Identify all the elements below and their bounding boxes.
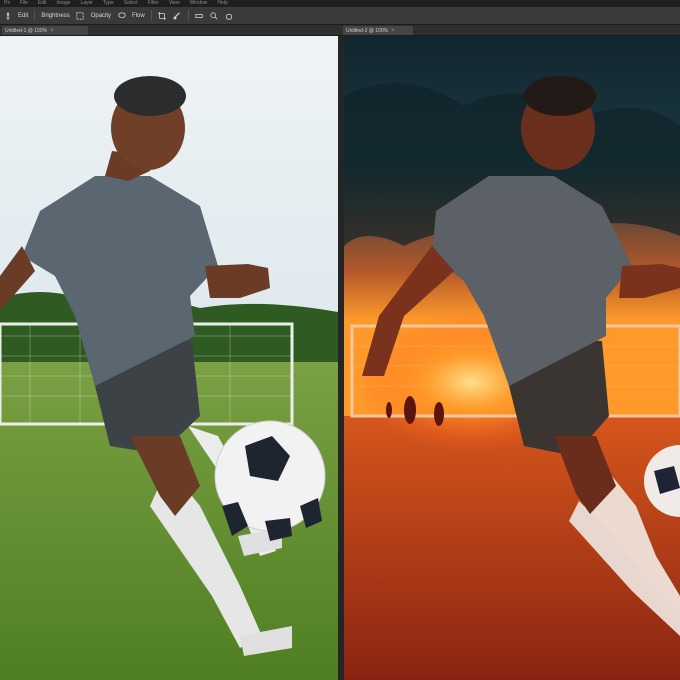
hand-icon[interactable] <box>225 11 234 20</box>
close-icon[interactable]: × <box>50 28 54 34</box>
menu-item-view[interactable]: View <box>169 0 180 7</box>
soccer-ball <box>214 420 326 541</box>
menu-item-type[interactable]: Type <box>103 0 114 7</box>
menu-item-edit[interactable]: Edit <box>38 0 47 7</box>
original-photo <box>0 36 338 680</box>
canvas-original[interactable] <box>0 36 338 680</box>
tab-document-left[interactable]: Untitled-1 @ 100% × <box>2 26 88 35</box>
options-separator <box>34 10 36 21</box>
marquee-icon[interactable] <box>76 11 85 20</box>
tab-document-right[interactable]: Untitled-2 @ 100% × <box>343 26 413 35</box>
tool-label: Edit <box>18 12 29 19</box>
options-bar: Edit Brightness Opacity Flow <box>0 7 680 25</box>
move-icon[interactable] <box>3 11 12 20</box>
options-separator <box>187 10 189 21</box>
edited-photo <box>344 36 680 680</box>
menu-item-file[interactable]: File <box>20 0 28 7</box>
menu-item-select[interactable]: Select <box>124 0 138 7</box>
menu-item-help[interactable]: Help <box>217 0 227 7</box>
menu-item-image[interactable]: Image <box>57 0 71 7</box>
options-separator <box>150 10 152 21</box>
brush-icon[interactable] <box>173 11 182 20</box>
tab-title: Untitled-1 @ 100% <box>5 27 48 34</box>
opacity-label[interactable]: Opacity <box>91 13 111 19</box>
flow-label[interactable]: Flow <box>132 13 145 19</box>
eraser-icon[interactable] <box>195 11 204 20</box>
zoom-icon[interactable] <box>210 11 219 20</box>
menu-item-app[interactable]: Ps <box>4 0 10 7</box>
menu-item-filter[interactable]: Filter <box>148 0 159 7</box>
crop-icon[interactable] <box>158 11 167 20</box>
tab-title: Untitled-2 @ 100% <box>346 27 389 34</box>
menu-bar: Ps File Edit Image Layer Type Select Fil… <box>0 0 680 7</box>
menu-item-layer[interactable]: Layer <box>80 0 93 7</box>
menu-item-window[interactable]: Window <box>190 0 208 7</box>
document-tab-strip: Untitled-1 @ 100% × Untitled-2 @ 100% × <box>0 25 680 36</box>
lasso-icon[interactable] <box>117 11 126 20</box>
canvas-edited[interactable] <box>344 36 680 680</box>
close-icon[interactable]: × <box>391 28 395 34</box>
mode-label[interactable]: Brightness <box>41 13 69 19</box>
